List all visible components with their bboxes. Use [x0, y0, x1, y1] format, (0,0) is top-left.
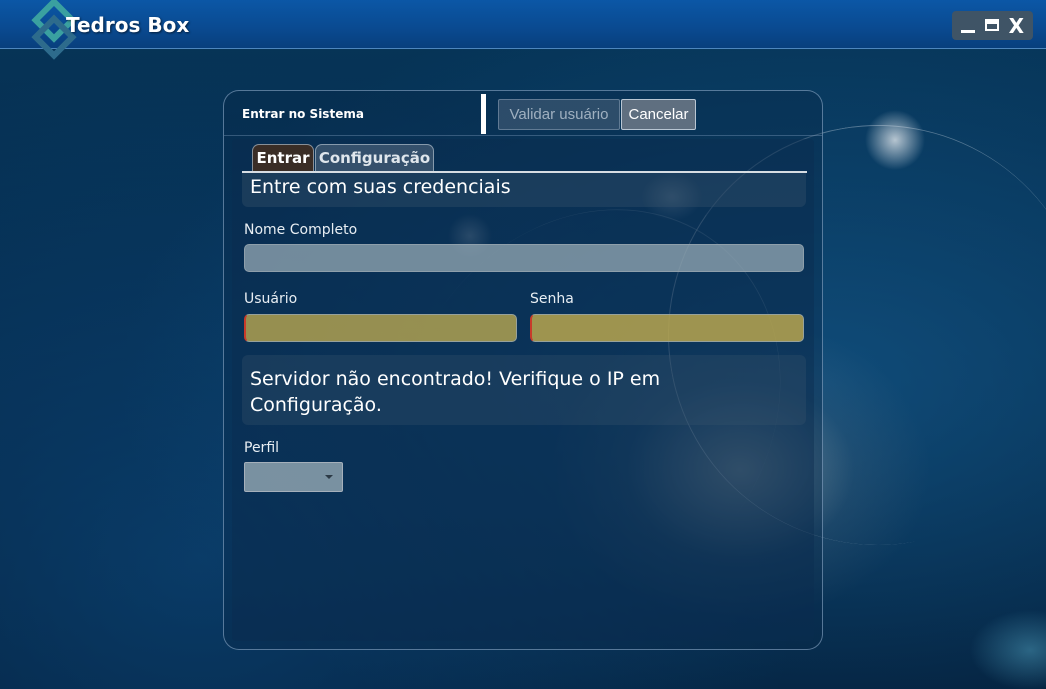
header-divider: [481, 94, 486, 134]
minimize-icon[interactable]: [960, 30, 975, 33]
title-bar: Tedros Box X: [0, 0, 1046, 60]
credentials-heading: Entre com suas credenciais: [250, 176, 511, 198]
profile-select[interactable]: [244, 462, 343, 492]
tab-configuracao[interactable]: Configuração: [315, 144, 434, 171]
full-name-label: Nome Completo: [244, 222, 358, 238]
password-label: Senha: [530, 291, 574, 307]
app-title: Tedros Box: [66, 13, 190, 37]
username-field[interactable]: [244, 314, 517, 342]
login-dialog: Entrar no Sistema Validar usuário Cancel…: [223, 90, 823, 650]
profile-label: Perfil: [244, 440, 280, 456]
dialog-title: Entrar no Sistema: [242, 107, 364, 121]
window-controls: X: [952, 11, 1033, 40]
close-icon[interactable]: X: [1009, 16, 1024, 36]
maximize-icon[interactable]: [984, 18, 999, 31]
password-field[interactable]: [530, 314, 804, 342]
chevron-down-icon: [325, 475, 333, 479]
tab-entrar[interactable]: Entrar: [252, 144, 314, 171]
error-message: Servidor não encontrado! Verifique o IP …: [250, 368, 661, 416]
dialog-header: Entrar no Sistema Validar usuário Cancel…: [224, 91, 822, 136]
validate-user-button[interactable]: Validar usuário: [498, 99, 620, 130]
full-name-field[interactable]: [244, 244, 804, 272]
cancel-button[interactable]: Cancelar: [621, 99, 696, 130]
username-label: Usuário: [244, 291, 298, 307]
